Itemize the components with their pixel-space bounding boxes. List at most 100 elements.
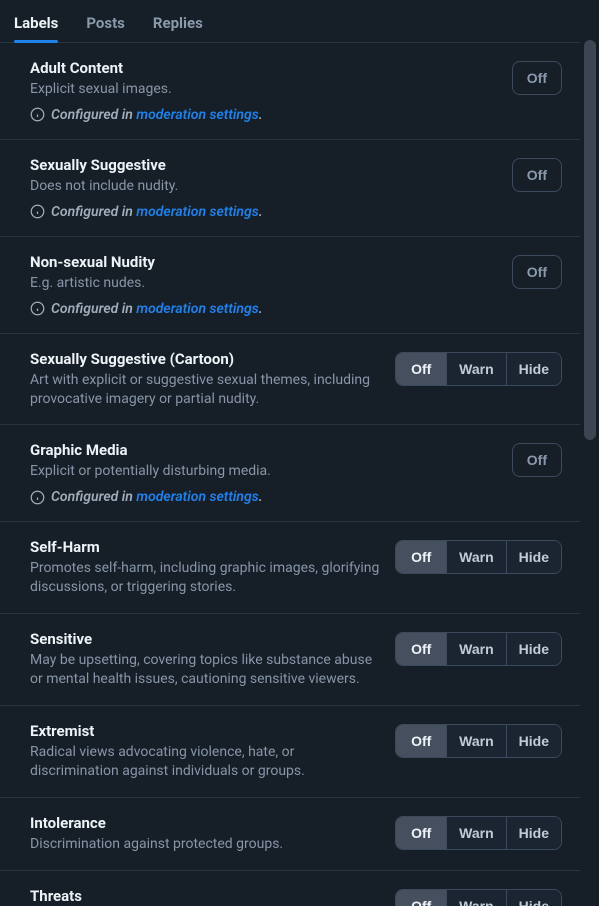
label-description: E.g. artistic nudes. <box>30 274 500 293</box>
label-text: Sexually Suggestive (Cartoon) Art with ex… <box>30 350 383 409</box>
segmented-control: OffWarnHide <box>395 889 562 906</box>
configured-prefix: Configured in <box>51 301 133 317</box>
toggle-off-button[interactable]: Off <box>512 158 562 192</box>
label-controls: Off <box>512 156 562 192</box>
seg-warn-button[interactable]: Warn <box>446 817 505 849</box>
label-text: Intolerance Discrimination against protec… <box>30 814 383 854</box>
seg-warn-button[interactable]: Warn <box>446 633 505 665</box>
label-controls: OffWarnHide <box>395 814 562 850</box>
configured-prefix: Configured in <box>51 489 133 505</box>
seg-off-button[interactable]: Off <box>396 633 446 665</box>
seg-warn-button[interactable]: Warn <box>446 353 505 385</box>
seg-warn-button[interactable]: Warn <box>446 725 505 757</box>
toggle-off-button[interactable]: Off <box>512 61 562 95</box>
toggle-off-button[interactable]: Off <box>512 255 562 289</box>
label-row: Sensitive May be upsetting, covering topi… <box>0 614 580 706</box>
segmented-control: OffWarnHide <box>395 632 562 666</box>
label-description: May be upsetting, covering topics like s… <box>30 651 383 689</box>
configured-prefix: Configured in <box>51 107 133 123</box>
scrollbar[interactable] <box>584 4 596 902</box>
label-text: Graphic MediaExplicit or potentially dis… <box>30 441 500 505</box>
segmented-control: OffWarnHide <box>395 540 562 574</box>
label-title: Sensitive <box>30 630 383 648</box>
scrollbar-thumb[interactable] <box>584 40 596 440</box>
label-row: Non-sexual Nudity E.g. artistic nudes. Con… <box>0 237 580 334</box>
label-row: Graphic MediaExplicit or potentially dis… <box>0 425 580 522</box>
label-row: ThreatsPromotes violence or harm towards… <box>0 871 580 906</box>
label-row: Self-HarmPromotes self-harm, including g… <box>0 522 580 614</box>
moderation-settings-link[interactable]: moderation settings <box>136 489 258 505</box>
label-description: Explicit sexual images. <box>30 80 500 99</box>
label-text: Self-HarmPromotes self-harm, including g… <box>30 538 383 597</box>
segmented-control: OffWarnHide <box>395 816 562 850</box>
label-text: Adult Content Explicit sexual images. Conf… <box>30 59 500 123</box>
label-controls: OffWarnHide <box>395 722 562 758</box>
configured-period: . <box>259 301 263 317</box>
label-description: Art with explicit or suggestive sexual t… <box>30 371 383 409</box>
label-title: Threats <box>30 887 383 905</box>
label-list: Adult Content Explicit sexual images. Conf… <box>0 43 580 906</box>
toggle-off-button[interactable]: Off <box>512 443 562 477</box>
seg-hide-button[interactable]: Hide <box>506 353 561 385</box>
info-icon <box>30 107 45 122</box>
label-controls: OffWarnHide <box>395 350 562 386</box>
seg-off-button[interactable]: Off <box>396 541 446 573</box>
label-description: Promotes self-harm, including graphic im… <box>30 559 383 597</box>
configured-note: Configured in moderation settings. <box>30 204 500 220</box>
label-controls: Off <box>512 253 562 289</box>
configured-prefix: Configured in <box>51 204 133 220</box>
label-title: Non-sexual Nudity <box>30 253 500 271</box>
tab-replies[interactable]: Replies <box>153 14 203 42</box>
seg-hide-button[interactable]: Hide <box>506 541 561 573</box>
label-title: Sexually Suggestive (Cartoon) <box>30 350 383 368</box>
label-title: Adult Content <box>30 59 500 77</box>
tab-posts[interactable]: Posts <box>86 14 125 42</box>
info-icon <box>30 301 45 316</box>
seg-hide-button[interactable]: Hide <box>506 817 561 849</box>
configured-period: . <box>259 107 263 123</box>
moderation-settings-link[interactable]: moderation settings <box>136 107 258 123</box>
seg-warn-button[interactable]: Warn <box>446 541 505 573</box>
seg-hide-button[interactable]: Hide <box>506 725 561 757</box>
moderation-settings-link[interactable]: moderation settings <box>136 301 258 317</box>
configured-note: Configured in moderation settings. <box>30 301 500 317</box>
seg-hide-button[interactable]: Hide <box>506 633 561 665</box>
label-controls: OffWarnHide <box>395 887 562 906</box>
tab-labels[interactable]: Labels <box>14 14 58 42</box>
seg-hide-button[interactable]: Hide <box>506 890 561 906</box>
label-description: Radical views advocating violence, hate,… <box>30 743 383 781</box>
label-controls: OffWarnHide <box>395 538 562 574</box>
seg-off-button[interactable]: Off <box>396 353 446 385</box>
segmented-control: OffWarnHide <box>395 724 562 758</box>
label-description: Does not include nudity. <box>30 177 500 196</box>
info-icon <box>30 490 45 505</box>
label-controls: Off <box>512 441 562 477</box>
label-row: Extremist Radical views advocating violen… <box>0 706 580 798</box>
label-text: Extremist Radical views advocating violen… <box>30 722 383 781</box>
seg-off-button[interactable]: Off <box>396 817 446 849</box>
seg-warn-button[interactable]: Warn <box>446 890 505 906</box>
segmented-control: OffWarnHide <box>395 352 562 386</box>
tab-bar: Labels Posts Replies <box>0 0 580 43</box>
configured-period: . <box>259 489 263 505</box>
label-title: Sexually Suggestive <box>30 156 500 174</box>
moderation-settings-link[interactable]: moderation settings <box>136 204 258 220</box>
label-title: Graphic Media <box>30 441 500 459</box>
configured-note: Configured in moderation settings. <box>30 489 500 505</box>
label-row: Intolerance Discrimination against protec… <box>0 798 580 871</box>
label-row: Adult Content Explicit sexual images. Conf… <box>0 43 580 140</box>
label-description: Discrimination against protected groups. <box>30 835 383 854</box>
info-icon <box>30 204 45 219</box>
seg-off-button[interactable]: Off <box>396 725 446 757</box>
label-title: Extremist <box>30 722 383 740</box>
label-text: Sexually Suggestive Does not include nudi… <box>30 156 500 220</box>
label-text: Non-sexual Nudity E.g. artistic nudes. Con… <box>30 253 500 317</box>
seg-off-button[interactable]: Off <box>396 890 446 906</box>
configured-period: . <box>259 204 263 220</box>
label-title: Intolerance <box>30 814 383 832</box>
label-row: Sexually Suggestive Does not include nudi… <box>0 140 580 237</box>
label-text: Sensitive May be upsetting, covering topi… <box>30 630 383 689</box>
label-controls: Off <box>512 59 562 95</box>
configured-note: Configured in moderation settings. <box>30 107 500 123</box>
label-row: Sexually Suggestive (Cartoon) Art with ex… <box>0 334 580 426</box>
